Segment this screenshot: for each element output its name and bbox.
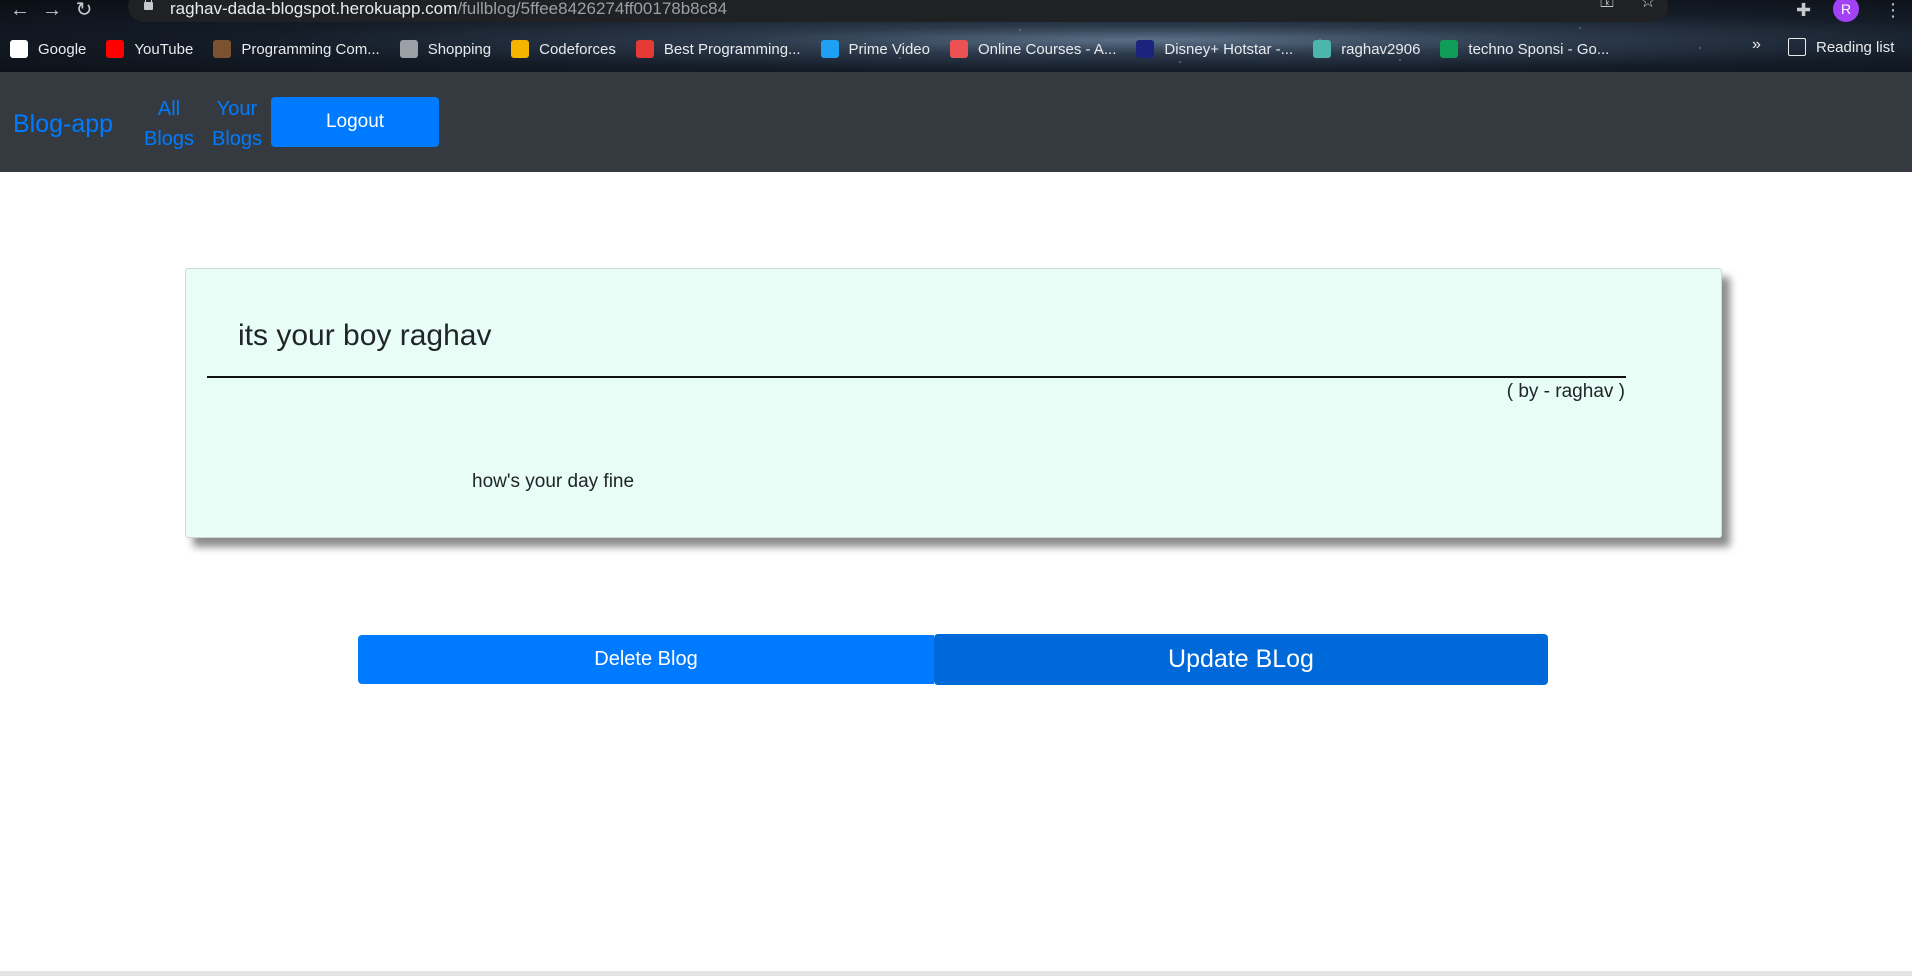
bookmark-label: Programming Com... xyxy=(241,40,380,58)
bookmark-item[interactable]: Disney+ Hotstar -... xyxy=(1136,40,1293,58)
reload-icon[interactable]: ↻ xyxy=(74,0,94,20)
url-path: /fullblog/5ffee8426274ff00178b8c84 xyxy=(457,0,728,18)
codeforces-icon xyxy=(511,40,530,58)
bookmarks-overflow-icon[interactable]: » xyxy=(1752,36,1761,54)
reading-list-label: Reading list xyxy=(1816,38,1895,56)
url-host: raghav-dada-blogspot.herokuapp.com xyxy=(170,0,458,18)
address-bar[interactable]: raghav-dada-blogspot.herokuapp.com/fullb… xyxy=(128,0,1668,22)
courses-icon xyxy=(949,40,968,58)
bookmark-label: techno Sponsi - Go... xyxy=(1468,40,1610,58)
bookmark-item[interactable]: Prime Video xyxy=(820,40,930,58)
title-divider xyxy=(207,376,1626,378)
blog-author: ( by - raghav ) xyxy=(1506,381,1625,402)
globe-icon xyxy=(399,40,418,58)
back-arrow-icon[interactable]: ← xyxy=(10,0,30,20)
lock-icon[interactable] xyxy=(144,0,153,10)
blog-card: its your boy raghav ( by - raghav ) how'… xyxy=(185,268,1722,538)
bookmark-item[interactable]: Best Programming... xyxy=(635,40,801,58)
bookmark-item[interactable]: Codeforces xyxy=(511,40,616,58)
cc-icon xyxy=(213,40,232,58)
forward-arrow-icon[interactable]: → xyxy=(42,0,62,20)
blog-title: its your boy raghav xyxy=(238,319,492,352)
brand-link[interactable]: Blog-app xyxy=(13,110,113,139)
update-blog-button[interactable]: Update BLog xyxy=(934,634,1548,685)
bookmarks-bar: Google YouTube Programming Com... Shopping C… xyxy=(10,36,1629,62)
bookmark-label: Shopping xyxy=(427,40,492,58)
bookmark-label: Online Courses - A... xyxy=(977,40,1117,58)
window-bottom-edge xyxy=(0,971,1912,976)
sheets-icon xyxy=(1440,40,1459,58)
bookmark-item[interactable]: Online Courses - A... xyxy=(949,40,1117,58)
bookmark-label: Best Programming... xyxy=(663,40,801,58)
bookmark-item[interactable]: YouTube xyxy=(106,40,193,58)
bookmark-item[interactable]: Google xyxy=(10,40,86,58)
delete-blog-button[interactable]: Delete Blog xyxy=(358,635,934,684)
blog-body: how's your day fine xyxy=(472,471,635,492)
all-blogs-line1: All xyxy=(157,98,181,120)
address-bar-actions: ⚿ ☆ xyxy=(1600,0,1656,12)
your-blogs-link[interactable]: Your Blogs xyxy=(207,94,267,154)
star-icon[interactable]: ☆ xyxy=(1640,0,1656,12)
browser-chrome: ← → ↻ raghav-dada-blogspot.herokuapp.com… xyxy=(0,0,1912,72)
reading-list-button[interactable]: Reading list xyxy=(1788,38,1894,56)
prime-video-icon xyxy=(820,40,839,58)
your-blogs-line1: Your xyxy=(216,98,258,120)
bookmark-item[interactable]: Shopping xyxy=(399,40,492,58)
all-blogs-line2: Blogs xyxy=(143,128,195,150)
bookmark-label: Codeforces xyxy=(539,40,616,58)
your-blogs-line2: Blogs xyxy=(211,128,263,150)
reading-list-icon xyxy=(1788,38,1806,56)
app-navbar: Blog-app All Blogs Your Blogs Logout xyxy=(0,72,1912,172)
browser-nav-buttons: ← → ↻ xyxy=(10,0,94,20)
cube-icon xyxy=(635,40,654,58)
bookmark-label: Google xyxy=(38,40,87,58)
more-vert-icon[interactable]: ⋮ xyxy=(1884,0,1902,21)
bookmark-item[interactable]: Programming Com... xyxy=(213,40,380,58)
url-text[interactable]: raghav-dada-blogspot.herokuapp.com/fullb… xyxy=(170,0,727,19)
bookmark-label: raghav2906 xyxy=(1341,40,1421,58)
bookmark-item[interactable]: raghav2906 xyxy=(1313,40,1420,58)
profile-image-icon xyxy=(1313,40,1332,58)
youtube-icon xyxy=(106,40,125,58)
bookmark-label: Disney+ Hotstar -... xyxy=(1164,40,1294,58)
key-icon[interactable]: ⚿ xyxy=(1600,0,1614,12)
hotstar-icon xyxy=(1136,40,1155,58)
bookmark-item[interactable]: techno Sponsi - Go... xyxy=(1440,40,1609,58)
google-icon xyxy=(10,40,28,58)
all-blogs-link[interactable]: All Blogs xyxy=(139,94,199,154)
bookmark-label: YouTube xyxy=(134,40,194,58)
logout-button[interactable]: Logout xyxy=(271,97,439,147)
bookmark-label: Prime Video xyxy=(848,40,930,58)
puzzle-extensions-icon[interactable]: ✚ xyxy=(1796,0,1811,21)
